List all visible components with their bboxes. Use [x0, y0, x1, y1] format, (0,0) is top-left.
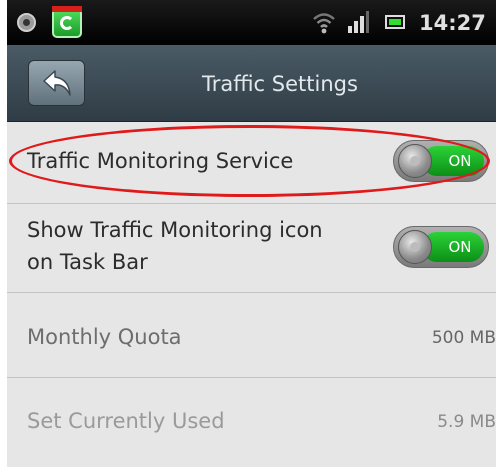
- clock: 14:27: [419, 11, 486, 35]
- wifi-icon: [313, 13, 335, 34]
- title-bar: Traffic Settings: [7, 45, 496, 122]
- settings-icon: [17, 13, 36, 32]
- setting-label: Set Currently Used: [27, 409, 225, 433]
- comodo-app-icon: [52, 6, 82, 38]
- setting-label: Traffic Monitoring Service: [27, 149, 294, 173]
- setting-traffic-monitoring-service[interactable]: Traffic Monitoring Service ON: [7, 122, 496, 204]
- taskbar-icon-toggle[interactable]: ON: [393, 226, 489, 268]
- setting-label-line1: Show Traffic Monitoring icon: [27, 218, 323, 242]
- setting-label-line2: on Task Bar: [27, 250, 148, 274]
- setting-currently-used[interactable]: Set Currently Used 5.9 MB: [7, 378, 496, 467]
- setting-show-taskbar-icon[interactable]: Show Traffic Monitoring icon on Task Bar…: [7, 204, 496, 293]
- status-bar: 14:27: [7, 0, 496, 45]
- battery-icon: [385, 15, 405, 29]
- toggle-knob: [398, 230, 432, 264]
- back-button[interactable]: [28, 60, 85, 106]
- currently-used-value: 5.9 MB: [437, 412, 496, 432]
- phone-screen: 14:27 Traffic Settings Traffic Monitorin…: [7, 0, 496, 467]
- setting-label: Monthly Quota: [27, 325, 182, 349]
- monthly-quota-value: 500 MB: [431, 328, 496, 348]
- page-title: Traffic Settings: [202, 72, 358, 96]
- traffic-monitoring-toggle[interactable]: ON: [393, 140, 489, 182]
- signal-icon: [348, 11, 369, 33]
- setting-monthly-quota[interactable]: Monthly Quota 500 MB: [7, 293, 496, 378]
- toggle-knob: [398, 144, 432, 178]
- back-arrow-icon: [43, 70, 71, 96]
